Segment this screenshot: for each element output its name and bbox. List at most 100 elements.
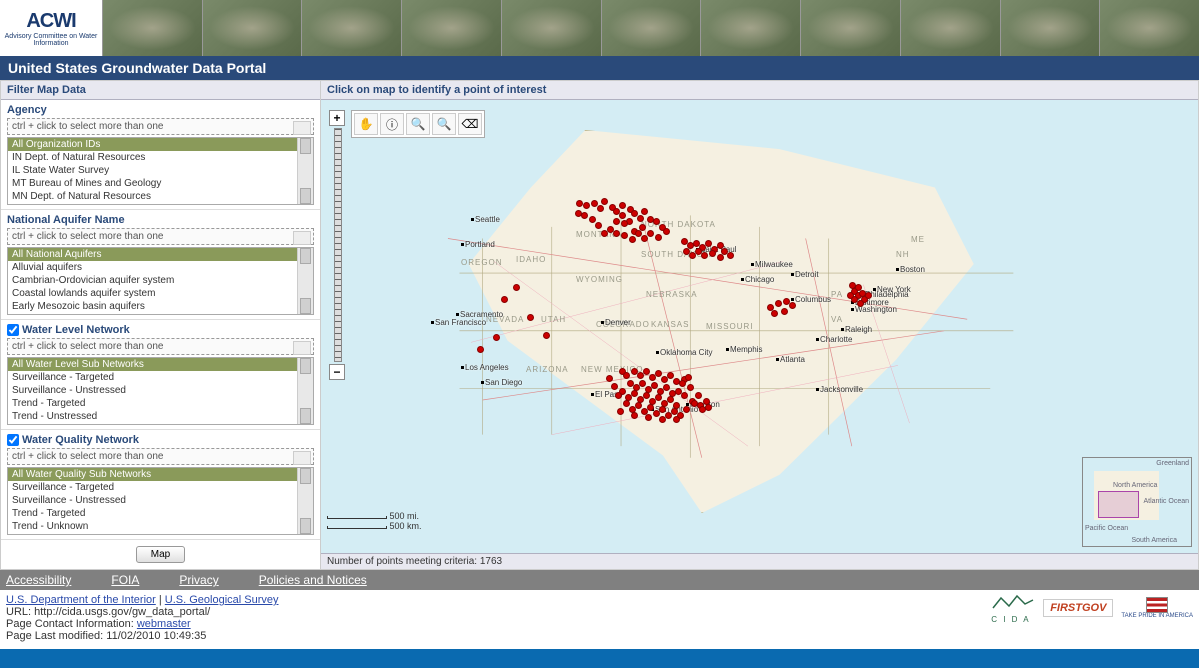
firstgov-logo[interactable]: FIRSTGOV bbox=[1043, 599, 1113, 617]
well-point[interactable] bbox=[617, 408, 624, 415]
well-point[interactable] bbox=[613, 218, 620, 225]
well-point[interactable] bbox=[659, 416, 666, 423]
well-point[interactable] bbox=[641, 208, 648, 215]
well-point[interactable] bbox=[683, 406, 690, 413]
well-point[interactable] bbox=[597, 205, 604, 212]
well-point[interactable] bbox=[641, 235, 648, 242]
well-point[interactable] bbox=[695, 392, 702, 399]
list-item[interactable]: IL State Water Survey bbox=[8, 164, 313, 177]
list-item[interactable]: Trend - Unknown bbox=[8, 520, 313, 533]
list-item[interactable]: Surveillance - Targeted bbox=[8, 371, 313, 384]
well-point[interactable] bbox=[727, 252, 734, 259]
well-point[interactable] bbox=[855, 284, 862, 291]
well-point[interactable] bbox=[849, 282, 856, 289]
scrollbar[interactable] bbox=[297, 138, 313, 204]
identify-tool[interactable]: ⓘ bbox=[380, 113, 404, 135]
list-item[interactable]: Surveillance - Unstressed bbox=[8, 384, 313, 397]
well-point[interactable] bbox=[575, 210, 582, 217]
well-point[interactable] bbox=[655, 394, 662, 401]
list-item[interactable]: Cambrian-Ordovician aquifer system bbox=[8, 274, 313, 287]
well-point[interactable] bbox=[857, 300, 864, 307]
well-point[interactable] bbox=[619, 212, 626, 219]
list-item[interactable]: Coastal lowlands aquifer system bbox=[8, 287, 313, 300]
list-item[interactable]: All Water Quality Sub Networks bbox=[8, 468, 313, 481]
usgs-link[interactable]: U.S. Geological Survey bbox=[165, 594, 279, 606]
well-point[interactable] bbox=[631, 412, 638, 419]
well-point[interactable] bbox=[655, 370, 662, 377]
foia-link[interactable]: FOIA bbox=[111, 573, 139, 587]
well-point[interactable] bbox=[663, 228, 670, 235]
zoom-track[interactable] bbox=[334, 128, 342, 362]
well-point[interactable] bbox=[606, 375, 613, 382]
well-point[interactable] bbox=[589, 216, 596, 223]
water-level-listbox[interactable]: All Water Level Sub Networks Surveillanc… bbox=[7, 357, 314, 425]
well-point[interactable] bbox=[623, 400, 630, 407]
well-point[interactable] bbox=[501, 296, 508, 303]
well-point[interactable] bbox=[583, 202, 590, 209]
list-item[interactable]: Surveillance - Unstressed bbox=[8, 494, 313, 507]
well-point[interactable] bbox=[685, 374, 692, 381]
zoom-in-tool[interactable]: 🔍 bbox=[406, 113, 430, 135]
well-point[interactable] bbox=[667, 396, 674, 403]
well-point[interactable] bbox=[681, 392, 688, 399]
map-canvas[interactable]: + − ✋ ⓘ 🔍 🔍 ⌫ bbox=[321, 100, 1198, 553]
well-point[interactable] bbox=[847, 292, 854, 299]
list-item[interactable]: Trend - Targeted bbox=[8, 397, 313, 410]
well-point[interactable] bbox=[865, 292, 872, 299]
well-point[interactable] bbox=[689, 252, 696, 259]
zoom-out-button[interactable]: − bbox=[329, 364, 345, 380]
well-point[interactable] bbox=[705, 240, 712, 247]
well-point[interactable] bbox=[543, 332, 550, 339]
well-point[interactable] bbox=[493, 334, 500, 341]
well-point[interactable] bbox=[621, 220, 628, 227]
water-quality-listbox[interactable]: All Water Quality Sub Networks Surveilla… bbox=[7, 467, 314, 535]
list-item[interactable]: Trend - Unstressed bbox=[8, 410, 313, 423]
well-point[interactable] bbox=[637, 215, 644, 222]
well-point[interactable] bbox=[601, 230, 608, 237]
well-point[interactable] bbox=[709, 250, 716, 257]
well-point[interactable] bbox=[775, 300, 782, 307]
accessibility-link[interactable]: Accessibility bbox=[6, 573, 71, 587]
well-point[interactable] bbox=[527, 314, 534, 321]
well-point[interactable] bbox=[683, 248, 690, 255]
well-point[interactable] bbox=[635, 230, 642, 237]
well-point[interactable] bbox=[717, 254, 724, 261]
water-level-checkbox[interactable] bbox=[7, 324, 19, 336]
well-point[interactable] bbox=[647, 230, 654, 237]
well-point[interactable] bbox=[619, 202, 626, 209]
well-point[interactable] bbox=[781, 308, 788, 315]
well-point[interactable] bbox=[667, 372, 674, 379]
list-item[interactable]: Trend - Targeted bbox=[8, 507, 313, 520]
well-point[interactable] bbox=[629, 236, 636, 243]
well-point[interactable] bbox=[513, 284, 520, 291]
well-point[interactable] bbox=[477, 346, 484, 353]
webmaster-link[interactable]: webmaster bbox=[137, 618, 191, 630]
well-point[interactable] bbox=[655, 234, 662, 241]
well-point[interactable] bbox=[705, 404, 712, 411]
water-quality-checkbox[interactable] bbox=[7, 434, 19, 446]
well-point[interactable] bbox=[623, 372, 630, 379]
well-point[interactable] bbox=[653, 218, 660, 225]
scrollbar[interactable] bbox=[297, 358, 313, 424]
list-item[interactable]: Surveillance - Targeted bbox=[8, 481, 313, 494]
list-item[interactable]: Alluvial aquifers bbox=[8, 261, 313, 274]
well-point[interactable] bbox=[639, 380, 646, 387]
well-point[interactable] bbox=[647, 404, 654, 411]
zoom-out-tool[interactable]: 🔍 bbox=[432, 113, 456, 135]
well-point[interactable] bbox=[621, 232, 628, 239]
list-item[interactable]: MT Bureau of Mines and Geology bbox=[8, 177, 313, 190]
zoom-in-button[interactable]: + bbox=[329, 110, 345, 126]
well-point[interactable] bbox=[789, 302, 796, 309]
well-point[interactable] bbox=[643, 392, 650, 399]
list-item[interactable]: All Water Level Sub Networks bbox=[8, 358, 313, 371]
well-point[interactable] bbox=[679, 380, 686, 387]
list-item[interactable]: All Organization IDs bbox=[8, 138, 313, 151]
well-point[interactable] bbox=[701, 252, 708, 259]
well-point[interactable] bbox=[611, 383, 618, 390]
well-point[interactable] bbox=[771, 310, 778, 317]
well-point[interactable] bbox=[631, 390, 638, 397]
well-point[interactable] bbox=[615, 392, 622, 399]
well-point[interactable] bbox=[659, 406, 666, 413]
overview-extent[interactable] bbox=[1098, 491, 1139, 517]
well-point[interactable] bbox=[581, 212, 588, 219]
